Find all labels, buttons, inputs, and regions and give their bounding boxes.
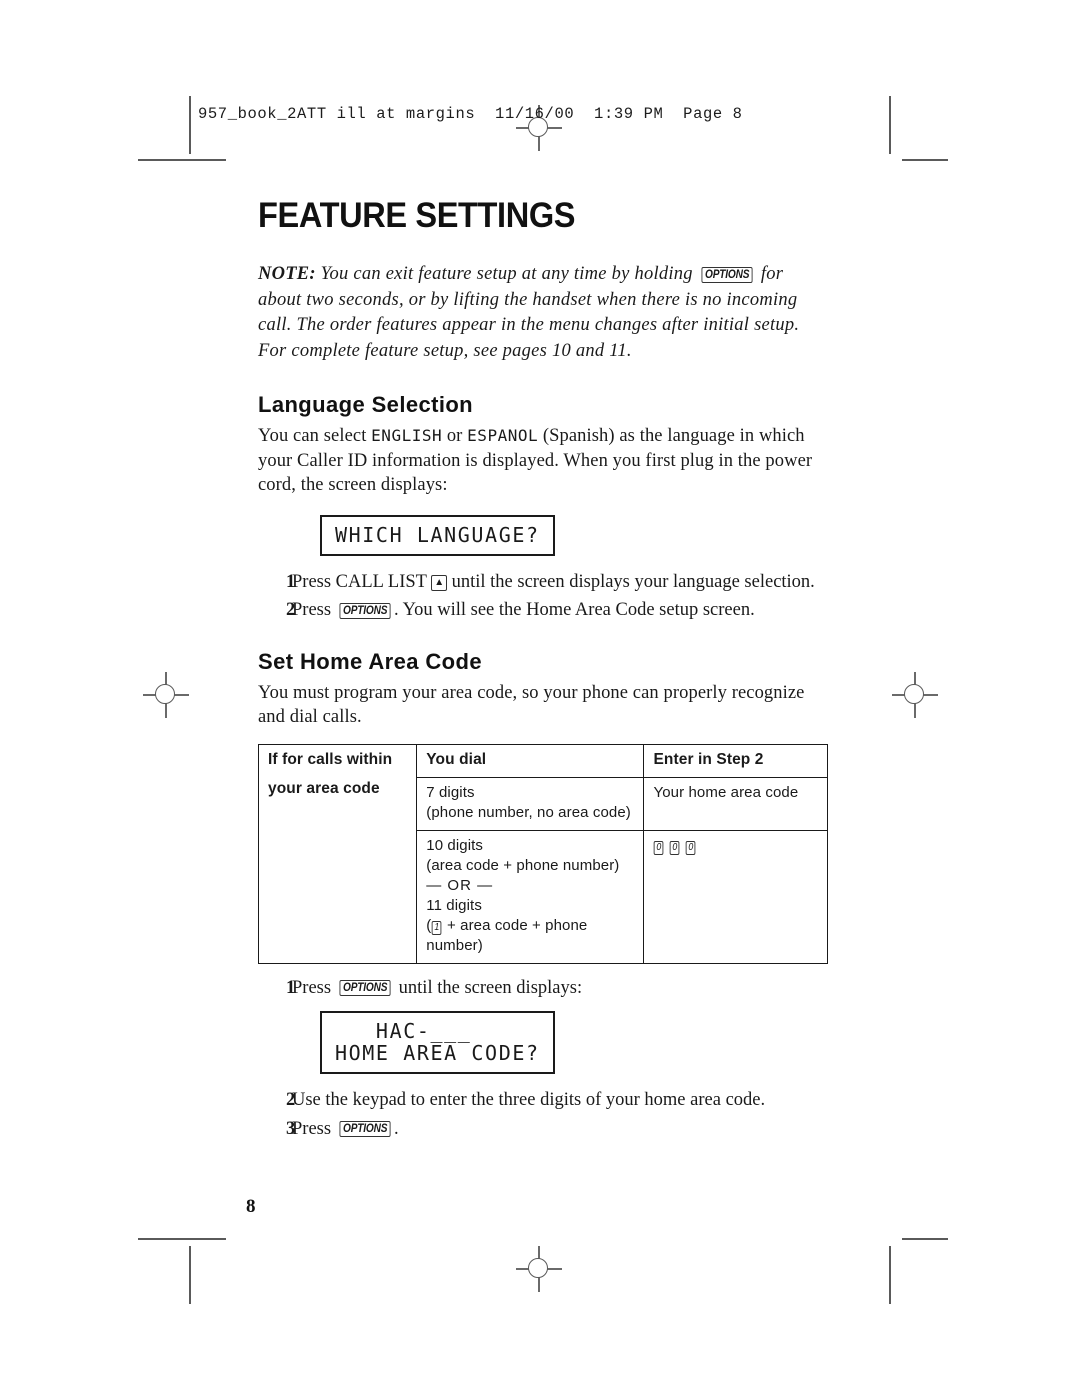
crop-mark-top-right-horizontal xyxy=(902,159,948,161)
digit-one-key-icon: 1 xyxy=(432,920,443,935)
you-dial-line-keys: (1 + area code + phone number) xyxy=(426,916,634,956)
step-number: 1 xyxy=(286,977,296,998)
registration-mark-right-middle xyxy=(892,672,938,718)
step-item: 3 Press OPTIONS. xyxy=(258,1117,828,1142)
home-area-code-heading: Set Home Area Code xyxy=(258,648,482,674)
crop-mark-top-right-vertical xyxy=(889,96,891,154)
lcd-word-espanol: ESPANOL xyxy=(467,426,539,445)
language-selection-steps: 1 Press CALL LIST ▲ until the screen dis… xyxy=(258,570,828,623)
table-cell-enter-keys: 0 0 0 xyxy=(644,830,828,963)
home-area-code-steps: 1 Press OPTIONS until the screen display… xyxy=(258,976,828,1001)
page-title: FEATURE SETTINGS xyxy=(258,196,576,235)
lcd-line-text: HAC-___ xyxy=(335,1019,472,1043)
options-key-icon: OPTIONS xyxy=(339,1121,391,1137)
table-cell-col1: If for calls within your area code xyxy=(258,744,418,963)
step-number: 3 xyxy=(286,1118,296,1139)
table-header-col1-line2: your area code xyxy=(268,779,380,797)
step-text-after: . You will see the Home Area Code setup … xyxy=(394,600,755,620)
you-dial-paren-close: + area code + phone number) xyxy=(426,916,588,954)
table-header-you-dial: You dial xyxy=(416,744,645,778)
you-dial-line: 10 digits xyxy=(426,836,484,854)
lcd-line-text: HOME AREA CODE? xyxy=(335,1041,540,1065)
table-cell-enter: Your home area code xyxy=(643,777,828,831)
step-text-before: Press CALL LIST xyxy=(292,571,432,592)
step-text: Press OPTIONS. xyxy=(292,1117,828,1142)
you-dial-line: 7 digits xyxy=(426,783,475,801)
note-label: NOTE: xyxy=(258,264,316,284)
lcd-line-text: WHICH LANGUAGE? xyxy=(335,522,540,547)
step-text: Press OPTIONS. You will see the Home Are… xyxy=(292,598,828,623)
note-paragraph: NOTE: You can exit feature setup at any … xyxy=(258,262,828,364)
lang-para-part1: You can select xyxy=(258,426,372,446)
step-item: 1 Press CALL LIST ▲ until the screen dis… xyxy=(258,570,828,595)
you-dial-line: 11 digits xyxy=(426,896,482,914)
digit-zero-key-icon: 0 xyxy=(669,840,680,855)
step-text: Press OPTIONS until the screen displays: xyxy=(292,976,828,1001)
table-header-col1-line1: If for calls within xyxy=(268,750,393,768)
page-content: FEATURE SETTINGS NOTE: You can exit feat… xyxy=(258,196,828,1145)
you-dial-paren-open: ( xyxy=(426,916,432,934)
table-row: If for calls within your area code You d… xyxy=(258,744,828,963)
step-item: 1 Press OPTIONS until the screen display… xyxy=(258,976,828,1001)
step-text: Press CALL LIST ▲ until the screen displ… xyxy=(292,570,828,595)
page-number: 8 xyxy=(246,1196,256,1217)
step-number: 2 xyxy=(286,600,296,620)
registration-mark-left-middle xyxy=(143,672,189,718)
lcd-display-home-area-code: HAC-___ HOME AREA CODE? xyxy=(320,1011,555,1074)
step-number: 1 xyxy=(286,571,296,592)
crop-mark-bottom-right-vertical xyxy=(889,1246,891,1304)
crop-mark-top-left-vertical xyxy=(189,96,191,154)
digit-zero-key-icon: 0 xyxy=(685,840,696,855)
you-dial-line-or: — OR — xyxy=(426,876,494,894)
digit-zero-key-icon: 0 xyxy=(654,840,665,855)
crop-mark-bottom-right-horizontal xyxy=(902,1238,948,1240)
language-selection-paragraph: You can select ENGLISH or ESPANOL (Spani… xyxy=(258,424,828,498)
table-cell-you-dial: 10 digits (area code + phone number) — O… xyxy=(416,830,645,963)
step-text-after: until the screen displays your language … xyxy=(446,571,815,592)
step-text-before: Press xyxy=(292,600,336,620)
options-key-icon: OPTIONS xyxy=(339,980,391,996)
step-item: 2 Use the keypad to enter the three digi… xyxy=(258,1088,828,1113)
table-header-enter-in-step: Enter in Step 2 xyxy=(643,744,828,778)
options-key-icon: OPTIONS xyxy=(339,602,391,619)
lcd-display-which-language: WHICH LANGUAGE? xyxy=(320,514,555,556)
manual-page: 957_book_2ATT ill at margins 11/16/00 1:… xyxy=(0,0,1080,1397)
crop-mark-top-left-horizontal xyxy=(138,159,226,161)
step-item: 2 Press OPTIONS. You will see the Home A… xyxy=(258,598,828,623)
step-number: 2 xyxy=(286,1090,296,1110)
home-area-code-paragraph: You must program your area code, so your… xyxy=(258,682,805,728)
step-text-before: Press xyxy=(292,1118,336,1139)
you-dial-line: (area code + phone number) xyxy=(426,856,620,874)
home-area-code-steps-continued: 2 Use the keypad to enter the three digi… xyxy=(258,1088,828,1141)
table-cell-you-dial: 7 digits (phone number, no area code) xyxy=(416,777,645,831)
step-text-after: until the screen displays: xyxy=(394,977,583,998)
registration-mark-bottom-center xyxy=(516,1246,562,1292)
options-key-icon: OPTIONS xyxy=(701,266,753,283)
lang-para-part2: or xyxy=(442,426,468,446)
you-dial-line: (phone number, no area code) xyxy=(426,803,631,821)
area-code-table: If for calls within your area code You d… xyxy=(258,743,828,964)
up-arrow-key-icon: ▲ xyxy=(431,575,447,591)
running-header: 957_book_2ATT ill at margins 11/16/00 1:… xyxy=(198,105,743,123)
step-text: Use the keypad to enter the three digits… xyxy=(292,1090,766,1110)
crop-mark-bottom-left-horizontal xyxy=(138,1238,226,1240)
language-selection-heading: Language Selection xyxy=(258,392,474,417)
crop-mark-bottom-left-vertical xyxy=(189,1246,191,1304)
step-text-before: Press xyxy=(292,977,336,998)
step-text-after: . xyxy=(394,1118,399,1139)
lcd-word-english: ENGLISH xyxy=(371,426,443,445)
note-text-before: You can exit feature setup at any time b… xyxy=(315,264,698,284)
